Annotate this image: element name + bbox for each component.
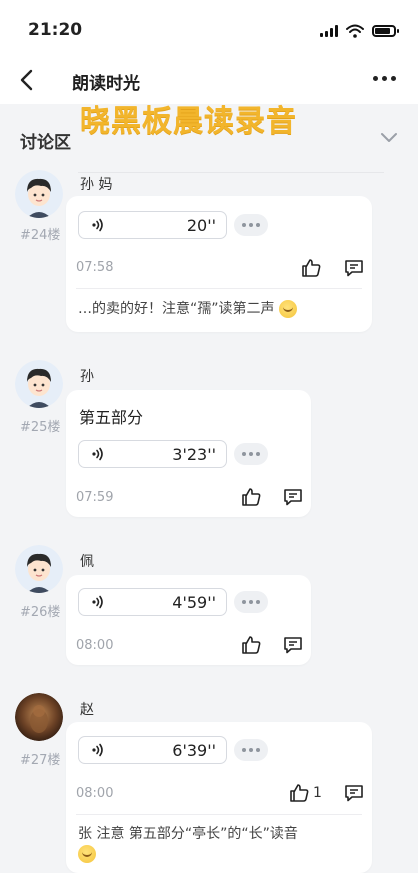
username[interactable]: 孙 (80, 366, 94, 386)
page-title: 朗读时光 (72, 74, 140, 94)
audio-wave-icon (92, 447, 103, 461)
reply-content: …的卖的好！注意“孺”读第二声 (78, 301, 275, 317)
audio-player[interactable]: 20'' (78, 211, 227, 239)
reply-divider (76, 288, 362, 289)
avatar[interactable] (15, 545, 63, 593)
audio-wave-icon (92, 595, 103, 609)
audio-duration: 4'59'' (172, 593, 216, 612)
signal-icon (320, 25, 338, 37)
reply-text: 张 注意 第五部分“亭长”的“长”读音 (78, 824, 358, 864)
audio-duration: 20'' (186, 216, 216, 235)
audio-more-icon[interactable] (234, 214, 268, 236)
comment-icon[interactable] (343, 257, 365, 279)
battery-icon (372, 25, 399, 37)
audio-player[interactable]: 6'39'' (78, 736, 227, 764)
floor-number: #24楼 (20, 228, 61, 243)
thumbs-up-icon[interactable] (300, 257, 322, 279)
discussion-section-header[interactable]: 讨论区 (0, 114, 418, 164)
smile-emoji-icon (78, 845, 96, 863)
audio-more-icon[interactable] (234, 591, 268, 613)
thumbs-up-icon[interactable] (240, 634, 262, 656)
floor-number: #27楼 (20, 753, 61, 768)
comment-icon[interactable] (282, 486, 304, 508)
username[interactable]: 赵 (80, 699, 94, 719)
thumbs-up-icon[interactable] (240, 486, 262, 508)
audio-player[interactable]: 3'23'' (78, 440, 227, 468)
post-card: 6'39'' 08:00 1 张 注意 第五部分“亭长”的“长”读音 (66, 722, 372, 873)
floor-number: #26楼 (20, 605, 61, 620)
post-time: 07:59 (76, 490, 114, 505)
username[interactable]: 佩 (80, 551, 94, 571)
audio-wave-icon (92, 743, 103, 757)
audio-more-icon[interactable] (234, 443, 268, 465)
status-icons (320, 24, 399, 38)
reply-content: 张 注意 第五部分“亭长”的“长”读音 (78, 826, 298, 842)
avatar[interactable] (15, 693, 63, 741)
post-card: 第五部分 3'23'' 07:59 (66, 390, 311, 517)
section-divider (78, 172, 384, 173)
username[interactable]: 孙 妈 (80, 174, 112, 194)
status-bar: 21:20 (0, 0, 418, 52)
status-time: 21:20 (28, 20, 83, 40)
back-arrow-icon[interactable] (14, 66, 42, 94)
post-time: 07:58 (76, 260, 114, 275)
audio-more-icon[interactable] (234, 739, 268, 761)
post-time: 08:00 (76, 638, 114, 653)
audio-duration: 3'23'' (172, 445, 216, 464)
post-card: 20'' 07:58 …的卖的好！注意“孺”读第二声 (66, 196, 372, 332)
thumbs-up-icon[interactable] (288, 782, 310, 804)
post-time: 08:00 (76, 786, 114, 801)
reply-divider (76, 814, 362, 815)
smile-emoji-icon (278, 300, 297, 318)
avatar[interactable] (15, 360, 63, 408)
post-text: 第五部分 (79, 408, 144, 427)
chevron-down-icon[interactable] (380, 130, 398, 144)
avatar[interactable] (15, 170, 63, 218)
floor-number: #25楼 (20, 420, 61, 435)
reply-text: …的卖的好！注意“孺”读第二声 (78, 299, 297, 319)
audio-player[interactable]: 4'59'' (78, 588, 227, 616)
wifi-icon (346, 24, 364, 38)
comment-icon[interactable] (282, 634, 304, 656)
more-options-icon[interactable] (373, 76, 396, 81)
comment-icon[interactable] (343, 782, 365, 804)
like-count: 1 (313, 785, 322, 801)
audio-duration: 6'39'' (172, 741, 216, 760)
section-title: 讨论区 (20, 133, 71, 153)
post-card: 4'59'' 08:00 (66, 575, 311, 665)
audio-wave-icon (92, 218, 103, 232)
